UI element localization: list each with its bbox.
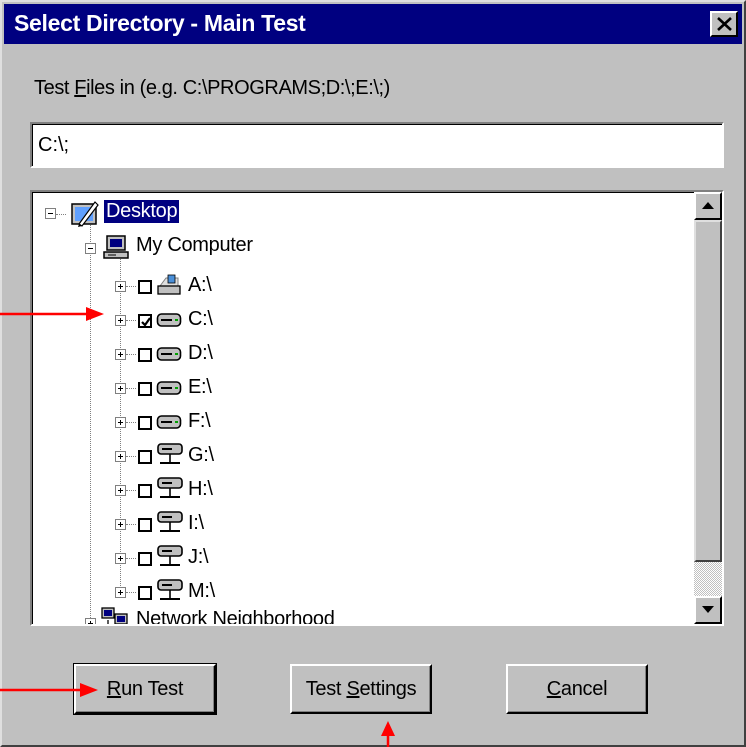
annotation-arrow-checkbox xyxy=(0,307,104,321)
directory-tree[interactable]: Desktop My Computer A:\ C:\ D:\ E:\ F:\ G:\ H:… xyxy=(30,190,724,626)
tree-node-drive-c[interactable]: C:\ xyxy=(32,302,692,336)
network-neighborhood-icon xyxy=(100,606,130,624)
tree-node-desktop[interactable]: Desktop xyxy=(102,199,181,224)
drive-expand-toggle[interactable] xyxy=(115,553,126,564)
drive-checkbox[interactable] xyxy=(138,450,152,464)
tree-connector xyxy=(56,214,66,215)
window-title: Select Directory - Main Test xyxy=(14,10,306,36)
tree-node-drive-f[interactable]: F:\ xyxy=(32,404,692,438)
network-drive-icon xyxy=(156,442,184,473)
drive-label: M:\ xyxy=(188,580,215,602)
tree-content: Desktop My Computer A:\ C:\ D:\ E:\ F:\ G:\ H:… xyxy=(32,192,694,624)
scroll-thumb[interactable] xyxy=(694,220,722,562)
drive-label: D:\ xyxy=(188,342,213,364)
arrow-down-icon xyxy=(702,606,714,613)
tree-connector xyxy=(126,320,136,321)
drive-checkbox[interactable] xyxy=(138,416,152,430)
hard-drive-icon xyxy=(156,311,182,334)
drive-expand-toggle[interactable] xyxy=(115,281,126,292)
tree-connector xyxy=(126,388,136,389)
scroll-track-lower[interactable] xyxy=(694,562,722,596)
hard-drive-icon xyxy=(156,413,182,436)
network-expand-toggle[interactable] xyxy=(85,618,96,624)
label-text-post: iles in (e.g. C:\PROGRAMS;D:\;E:\;) xyxy=(86,77,390,99)
tree-node-my-computer[interactable]: My Computer xyxy=(136,234,253,257)
desktop-icon xyxy=(70,198,100,233)
label-text-pre: Test xyxy=(34,77,75,99)
checkmark-icon xyxy=(141,317,151,327)
drive-label: J:\ xyxy=(188,546,209,568)
drive-expand-toggle[interactable] xyxy=(115,451,126,462)
cancel-button[interactable]: Cancel xyxy=(506,664,648,714)
drive-expand-toggle[interactable] xyxy=(115,383,126,394)
test-settings-button[interactable]: Test Settings xyxy=(290,664,432,714)
close-button[interactable] xyxy=(710,11,738,37)
label-mnemonic: F xyxy=(74,77,87,99)
drive-label: A:\ xyxy=(188,274,212,296)
drive-checkbox[interactable] xyxy=(138,348,152,362)
network-drive-icon xyxy=(156,578,184,609)
tree-connector xyxy=(126,558,136,559)
drive-expand-toggle[interactable] xyxy=(115,587,126,598)
tree-node-drive-j[interactable]: J:\ xyxy=(32,540,692,574)
drive-expand-toggle[interactable] xyxy=(115,349,126,360)
hard-drive-icon xyxy=(156,379,182,402)
tree-connector xyxy=(126,286,136,287)
tree-connector xyxy=(126,592,136,593)
drive-label: E:\ xyxy=(188,376,212,398)
title-bar[interactable]: Select Directory - Main Test xyxy=(4,4,742,44)
tree-node-drive-d[interactable]: D:\ xyxy=(32,336,692,370)
tree-connector xyxy=(126,490,136,491)
drive-checkbox[interactable] xyxy=(138,382,152,396)
test-files-path-input[interactable] xyxy=(30,122,724,168)
drive-checkbox[interactable] xyxy=(138,552,152,566)
drive-label: C:\ xyxy=(188,308,213,330)
tree-node-drive-a[interactable]: A:\ xyxy=(32,268,692,302)
scroll-up-button[interactable] xyxy=(694,192,722,220)
computer-icon xyxy=(102,234,130,265)
tree-connector xyxy=(126,524,136,525)
tree-node-drive-i[interactable]: I:\ xyxy=(32,506,692,540)
network-drive-icon xyxy=(156,510,184,541)
annotation-arrow-test-settings xyxy=(381,721,395,747)
drive-checkbox[interactable] xyxy=(138,484,152,498)
network-drive-icon xyxy=(156,544,184,575)
drive-label: F:\ xyxy=(188,410,211,432)
select-directory-dialog: Select Directory - Main Test Test Files … xyxy=(0,0,746,747)
my-computer-collapse-toggle[interactable] xyxy=(85,243,96,254)
annotation-arrow-run-test xyxy=(0,683,98,697)
drive-expand-toggle[interactable] xyxy=(115,485,126,496)
tree-node-drive-h[interactable]: H:\ xyxy=(32,472,692,506)
tree-vertical-scrollbar[interactable] xyxy=(694,192,722,624)
hard-drive-icon xyxy=(156,345,182,368)
tree-connector xyxy=(126,456,136,457)
drive-expand-toggle[interactable] xyxy=(115,519,126,530)
test-files-label: Test Files in (e.g. C:\PROGRAMS;D:\;E:\;… xyxy=(34,77,390,100)
tree-connector xyxy=(126,422,136,423)
close-icon xyxy=(717,17,732,31)
drive-expand-toggle[interactable] xyxy=(115,417,126,428)
tree-node-network-neighborhood[interactable]: Network Neighborhood xyxy=(136,608,335,624)
drive-label: G:\ xyxy=(188,444,214,466)
tree-node-drive-m[interactable]: M:\ xyxy=(32,574,692,608)
drive-label: I:\ xyxy=(188,512,204,534)
tree-connector xyxy=(126,354,136,355)
tree-node-drive-g[interactable]: G:\ xyxy=(32,438,692,472)
floppy-drive-icon xyxy=(156,274,182,301)
network-drive-icon xyxy=(156,476,184,507)
desktop-collapse-toggle[interactable] xyxy=(45,208,56,219)
drive-checkbox[interactable] xyxy=(138,518,152,532)
scroll-down-button[interactable] xyxy=(694,596,722,624)
drive-checkbox[interactable] xyxy=(138,586,152,600)
drive-label: H:\ xyxy=(188,478,213,500)
tree-node-drive-e[interactable]: E:\ xyxy=(32,370,692,404)
drive-checkbox[interactable] xyxy=(138,280,152,294)
drive-expand-toggle[interactable] xyxy=(115,315,126,326)
arrow-up-icon xyxy=(702,202,714,209)
drive-checkbox[interactable] xyxy=(138,314,152,328)
